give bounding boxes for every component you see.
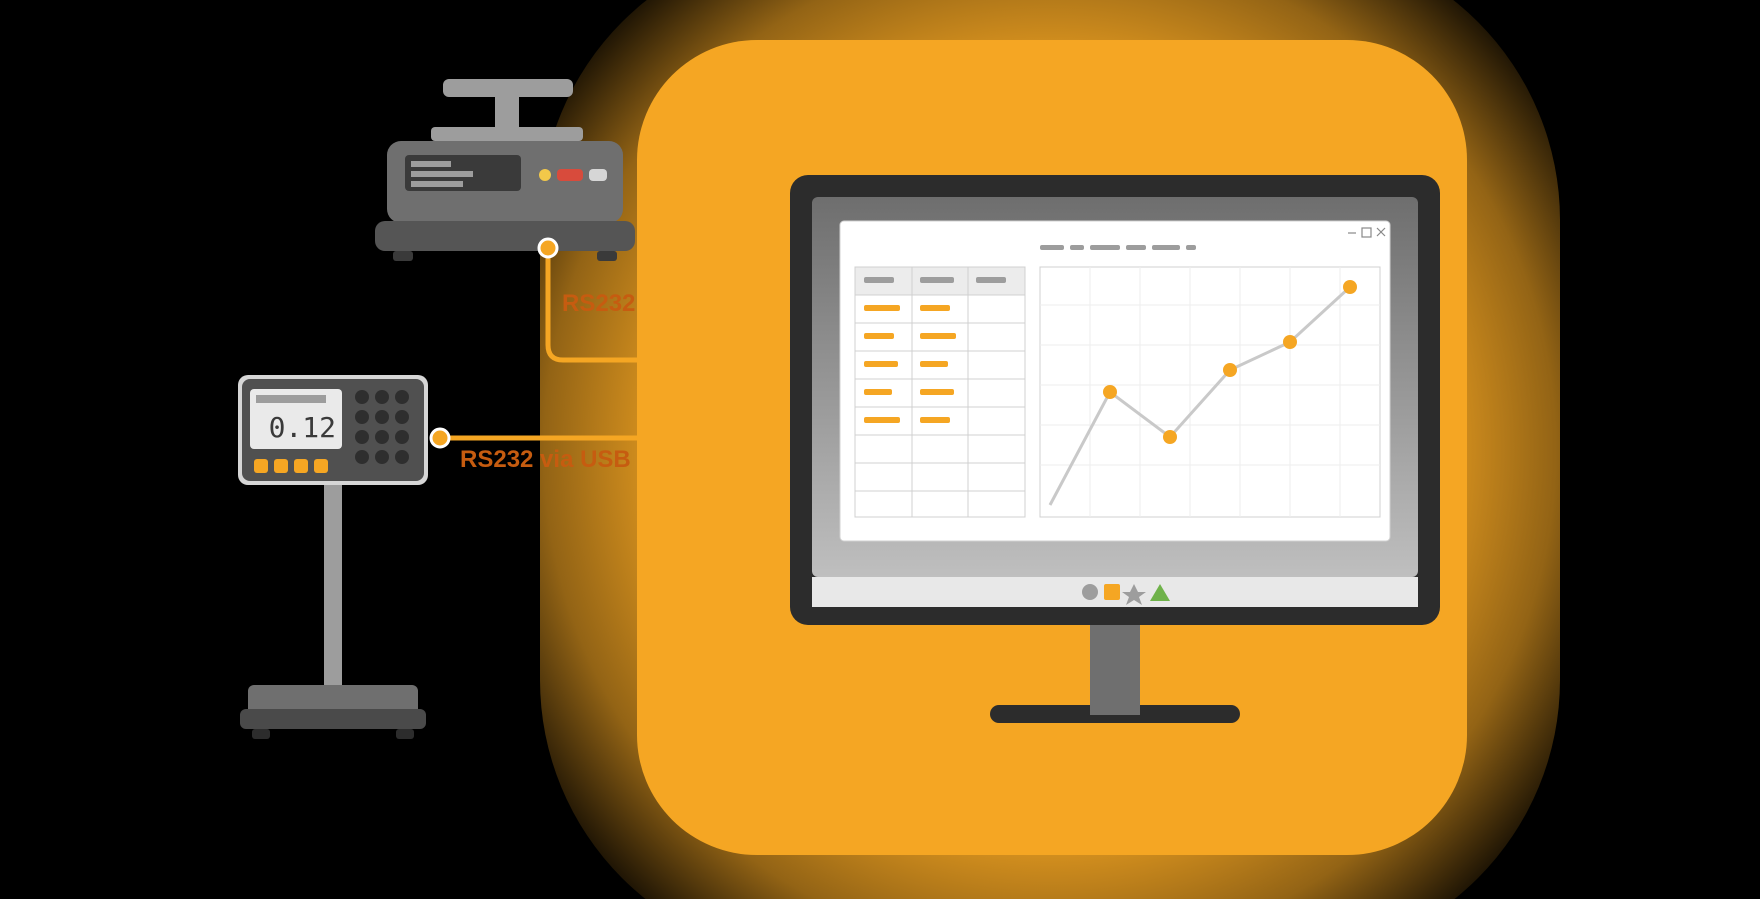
label-rs232-usb: RS232 via USB xyxy=(460,446,631,474)
diagram-root: 0.12 RS232 RS232 via US xyxy=(0,0,1760,899)
monitor-icon xyxy=(790,175,1440,735)
data-table-icon xyxy=(855,267,1025,517)
line-chart-icon xyxy=(1040,267,1380,517)
label-rs232: RS232 xyxy=(562,290,635,318)
